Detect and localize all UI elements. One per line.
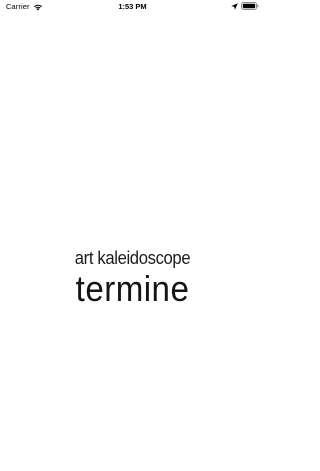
splash-logo: art kaleidoscope termine (0, 246, 265, 309)
status-time: 1:53 PM (118, 2, 147, 11)
battery-icon (241, 2, 259, 10)
location-icon (231, 2, 238, 10)
logo-subtitle: art kaleidoscope (74, 247, 191, 268)
logo-title: termine (75, 268, 190, 309)
status-right (231, 2, 259, 10)
status-bar: Carrier 1:53 PM (0, 0, 265, 14)
